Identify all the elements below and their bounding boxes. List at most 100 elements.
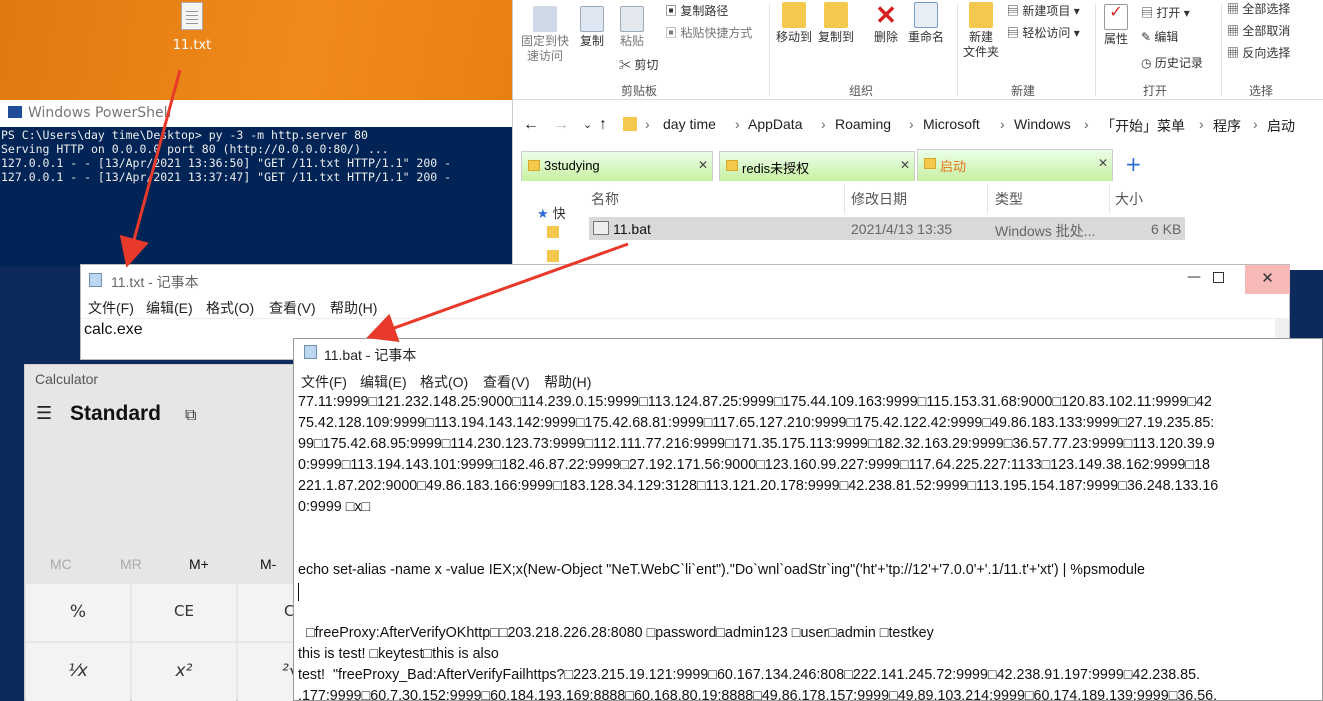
close-icon[interactable]: ✕ <box>1245 265 1290 294</box>
mode-title: Standard <box>70 402 162 425</box>
copy-to-button[interactable]: 复制到 <box>817 2 855 45</box>
memory-add-button[interactable]: M+ <box>189 556 209 572</box>
desktop-file-icon[interactable]: 11.txt <box>168 2 216 53</box>
square-root-button[interactable]: ²√x <box>238 643 294 701</box>
keep-on-top-icon[interactable]: ⧉ <box>185 405 196 425</box>
properties-icon: ✓ <box>1104 4 1128 30</box>
close-icon[interactable]: ✕ <box>698 158 708 172</box>
breadcrumb-item[interactable]: AppData <box>748 116 802 132</box>
delete-icon: ✕ <box>875 0 897 30</box>
copy-path-button[interactable]: ▣ 复制路径 <box>665 2 728 19</box>
easy-access-button[interactable]: ▤ 轻松访问 ▾ <box>1007 24 1080 41</box>
invert-selection-button[interactable]: ▦ 反向选择 <box>1227 44 1290 61</box>
text-file-icon <box>181 2 203 30</box>
chevron-down-icon[interactable]: ⌄ <box>583 118 592 131</box>
close-icon[interactable]: ✕ <box>900 158 910 172</box>
file-date: 2021/4/13 13:35 <box>851 221 953 237</box>
sidebar-quick-access[interactable]: ★ 快 <box>537 203 566 222</box>
new-item-button[interactable]: ▤ 新建项目 ▾ <box>1007 2 1080 19</box>
add-tab-icon[interactable]: + <box>1125 152 1142 176</box>
copy-button[interactable]: 复制 <box>577 6 607 49</box>
group-label: 打开 <box>1143 84 1168 98</box>
powershell-icon <box>8 106 22 118</box>
menu-view[interactable]: 查看(V) <box>269 298 316 318</box>
menu-format[interactable]: 格式(O) <box>206 298 254 318</box>
back-icon[interactable]: ← <box>523 116 539 134</box>
menu-view[interactable]: 查看(V) <box>483 372 530 392</box>
delete-button[interactable]: ✕ 删除 <box>871 2 901 45</box>
breadcrumb-item[interactable]: Windows <box>1014 116 1071 132</box>
history-button[interactable]: ◷ 历史记录 <box>1141 54 1203 71</box>
text-content: calc.exe <box>84 321 143 338</box>
edit-button[interactable]: ✎ 编辑 <box>1141 28 1178 45</box>
cut-button[interactable]: ✂ 剪切 <box>619 56 658 73</box>
file-name: 11.bat <box>613 221 651 237</box>
percent-button[interactable]: % <box>26 584 130 641</box>
column-name[interactable]: 名称 <box>591 189 619 209</box>
text-line: □freeProxy:AfterVerifyOKhttp□□203.218.22… <box>298 625 934 641</box>
tab-startup[interactable]: 启动 ✕ <box>917 149 1113 181</box>
text-line: 77.11:9999□121.232.148.25:9000□114.239.0… <box>298 394 1212 410</box>
memory-clear-button[interactable]: MC <box>50 556 72 572</box>
text-line: 221.1.87.202:9000□49.86.183.166:9999□183… <box>298 478 1219 494</box>
select-all-button[interactable]: ▦ 全部选择 <box>1227 0 1290 17</box>
hamburger-menu-icon[interactable]: ☰ <box>36 403 52 424</box>
breadcrumb-item[interactable]: Roaming <box>835 116 891 132</box>
text-line: test! "freeProxy_Bad:AfterVerifyFailhttp… <box>298 667 1200 683</box>
square-button[interactable]: x² <box>132 643 236 701</box>
breadcrumb-item[interactable]: day time <box>663 116 716 132</box>
minimize-icon[interactable]: — <box>1187 269 1201 285</box>
console-line: Serving HTTP on 0.0.0.0 port 80 (http://… <box>1 142 389 156</box>
clear-button[interactable]: C <box>238 584 294 641</box>
folder-icon <box>726 160 738 171</box>
folder-icon <box>528 160 540 171</box>
maximize-icon[interactable] <box>1213 272 1224 283</box>
menu-file[interactable]: 文件(F) <box>301 372 347 392</box>
paste-button[interactable]: 粘贴 <box>617 6 647 49</box>
powershell-titlebar[interactable]: Windows PowerShell <box>0 100 512 127</box>
menu-edit[interactable]: 编辑(E) <box>360 372 407 392</box>
breadcrumb-item[interactable]: 启动 <box>1267 116 1295 136</box>
menu-file[interactable]: 文件(F) <box>88 298 134 318</box>
reciprocal-button[interactable]: ¹⁄x <box>26 643 130 701</box>
scissors-icon: ✂ <box>619 58 632 72</box>
text-cursor <box>298 583 299 601</box>
ribbon: 固定到快 速访问 复制 粘贴 ▣ 复制路径 ▣ 粘贴快捷方式 ✂ 剪切 移动到 … <box>513 0 1323 100</box>
menu-format[interactable]: 格式(O) <box>420 372 468 392</box>
pin-quick-access-button[interactable]: 固定到快 速访问 <box>519 6 571 64</box>
memory-recall-button[interactable]: MR <box>120 556 142 572</box>
move-folder-icon <box>782 2 806 28</box>
tab-redis[interactable]: redis未授权 ✕ <box>719 151 915 181</box>
address-bar[interactable]: ← → ⌄ ↑ › day time › AppData › Roaming ›… <box>513 108 1323 142</box>
desktop-file-label: 11.txt <box>172 38 212 53</box>
memory-subtract-button[interactable]: M- <box>260 556 276 572</box>
breadcrumb-item[interactable]: Microsoft <box>923 116 980 132</box>
breadcrumb-item[interactable]: 「开始」菜单 <box>1101 116 1185 136</box>
paste-shortcut-button[interactable]: ▣ 粘贴快捷方式 <box>665 24 752 41</box>
folder-icon <box>623 117 637 131</box>
open-button[interactable]: ▤ 打开 ▾ <box>1141 4 1190 21</box>
close-icon[interactable]: ✕ <box>1098 156 1108 170</box>
properties-button[interactable]: ✓ 属性 <box>1101 4 1131 47</box>
clear-entry-button[interactable]: CE <box>132 584 236 641</box>
text-area[interactable]: 77.11:9999□121.232.148.25:9000□114.239.0… <box>294 391 1322 701</box>
menu-help[interactable]: 帮助(H) <box>544 372 591 392</box>
text-line: 0:9999□113.194.143.101:9999□182.46.87.22… <box>298 457 1210 473</box>
select-none-button[interactable]: ▦ 全部取消 <box>1227 22 1290 39</box>
rename-button[interactable]: 重命名 <box>907 2 945 45</box>
menu-edit[interactable]: 编辑(E) <box>146 298 193 318</box>
new-folder-button[interactable]: 新建 文件夹 <box>961 2 1001 60</box>
column-size[interactable]: 大小 <box>1115 189 1143 209</box>
column-date[interactable]: 修改日期 <box>851 189 907 209</box>
forward-icon[interactable]: → <box>553 116 569 134</box>
text-line: 75.42.128.109:9999□113.194.143.142:9999□… <box>298 415 1215 431</box>
tab-3studying[interactable]: 3studying ✕ <box>521 151 713 181</box>
move-to-button[interactable]: 移动到 <box>775 2 813 45</box>
breadcrumb-item[interactable]: 程序 <box>1213 116 1241 136</box>
powershell-console[interactable]: PS C:\Users\day time\Desktop> py -3 -m h… <box>0 127 512 267</box>
text-line: 99□175.42.68.95:9999□114.230.123.73:9999… <box>298 436 1215 452</box>
rename-icon <box>914 2 938 28</box>
column-type[interactable]: 类型 <box>995 189 1023 209</box>
menu-help[interactable]: 帮助(H) <box>330 298 377 318</box>
up-icon[interactable]: ↑ <box>599 116 607 134</box>
